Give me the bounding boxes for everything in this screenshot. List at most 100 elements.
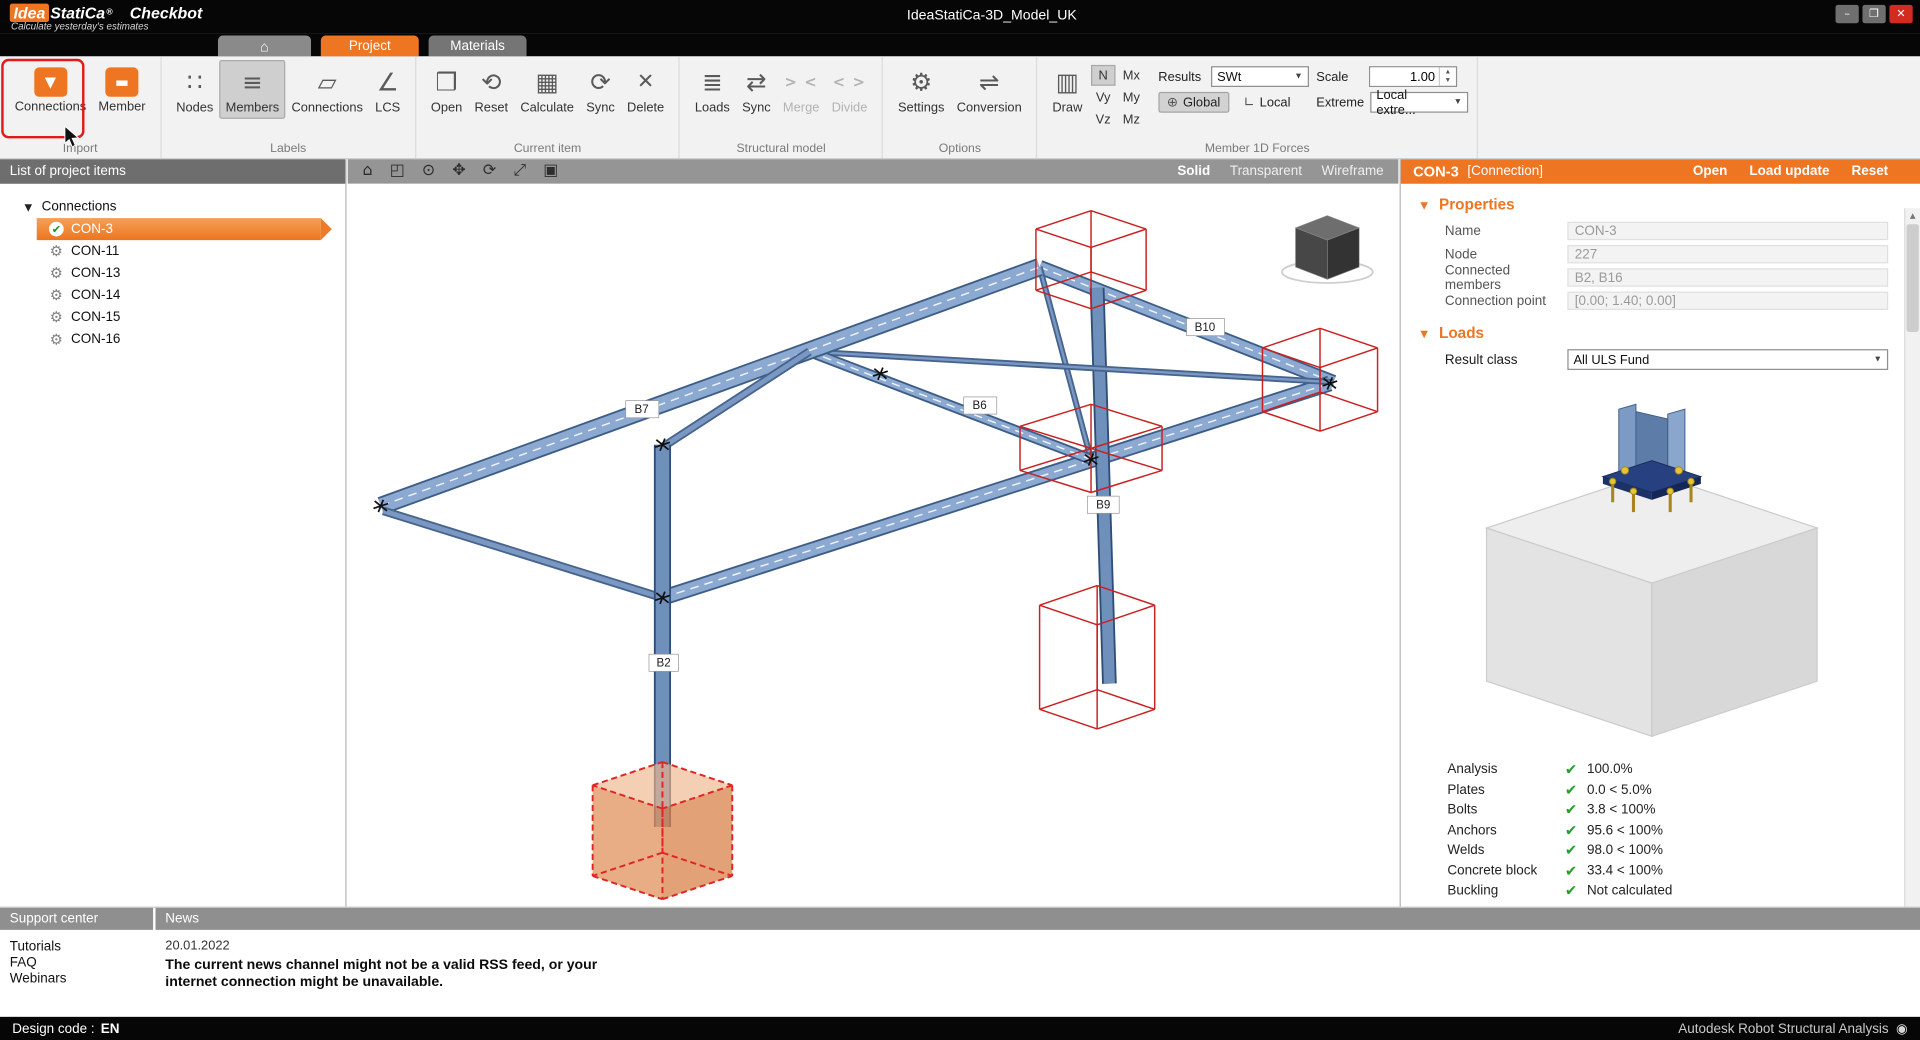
- divide-button[interactable]: < > Divide: [826, 60, 874, 119]
- check-label: Welds: [1447, 843, 1555, 858]
- group-label-structural-model: Structural model: [680, 142, 882, 155]
- scrollbar-thumb[interactable]: [1907, 224, 1919, 332]
- property-row: Connection point [0.00; 1.40; 0.00]: [1445, 289, 1920, 312]
- labels-lcs-button[interactable]: ∠ LCS: [369, 60, 406, 119]
- rotate-icon[interactable]: ⟳: [483, 159, 496, 184]
- tab-home[interactable]: ⌂: [218, 36, 311, 57]
- zoom-extents-icon[interactable]: ⤢: [513, 159, 526, 184]
- navigation-cube[interactable]: [1282, 216, 1373, 283]
- force-toggle-mz[interactable]: Mz: [1117, 109, 1146, 130]
- support-links: Tutorials FAQ Webinars: [10, 940, 67, 988]
- support-link-webinars[interactable]: Webinars: [10, 972, 67, 988]
- beam-label: B9: [1087, 496, 1119, 513]
- model-sync-icon: ⇄: [746, 64, 767, 101]
- panel-reset-button[interactable]: Reset: [1851, 164, 1888, 179]
- tree-item[interactable]: ⚙ CON-13: [37, 262, 321, 284]
- check-value: Not calculated: [1587, 884, 1672, 899]
- pan-icon[interactable]: ✥: [452, 159, 465, 184]
- merge-button[interactable]: > < Merge: [777, 60, 826, 119]
- zoom-icon[interactable]: ⊙: [422, 159, 435, 184]
- loads-button[interactable]: ≣ Loads: [689, 60, 736, 119]
- draw-forces-icon: ▥: [1056, 64, 1079, 101]
- properties-section-header[interactable]: ▼ Properties: [1420, 196, 1920, 213]
- scale-input[interactable]: [1370, 67, 1439, 85]
- ribbon: ▼ Connections ▬ Member Import ∷ Nodes ≡: [0, 56, 1920, 159]
- panel-load-update-button[interactable]: Load update: [1749, 164, 1829, 179]
- result-class-dropdown[interactable]: All ULS Fund ▼: [1567, 349, 1888, 370]
- sync-button[interactable]: ⟳ Sync: [580, 60, 621, 119]
- view-mode-solid[interactable]: Solid: [1177, 164, 1210, 179]
- zoom-window-icon[interactable]: ◰: [390, 159, 405, 184]
- project-tree: ▼ Connections ✔ CON-3 ⚙ CON-11 ⚙ CON-13 …: [0, 184, 345, 351]
- results-label: Results: [1158, 69, 1205, 84]
- check-label: Buckling: [1447, 884, 1555, 899]
- tree-item[interactable]: ✔ CON-3: [37, 218, 321, 240]
- extreme-dropdown[interactable]: Local extre... ▼: [1370, 92, 1468, 113]
- draw-forces-button[interactable]: ▥ Draw: [1046, 60, 1088, 119]
- tree-item[interactable]: ⚙ CON-16: [37, 328, 321, 350]
- tree-root[interactable]: ▼ Connections: [0, 196, 345, 218]
- force-toggle-vz[interactable]: Vz: [1091, 109, 1115, 130]
- support-link-tutorials[interactable]: Tutorials: [10, 940, 67, 956]
- logo-statica: StatiCa: [50, 4, 105, 22]
- open-button[interactable]: ❒ Open: [425, 60, 469, 119]
- labels-members-button[interactable]: ≡ Members: [219, 60, 285, 119]
- group-label-current-item: Current item: [416, 142, 679, 155]
- force-toggle-my[interactable]: My: [1117, 87, 1146, 108]
- conversion-button[interactable]: ⇌ Conversion: [951, 60, 1028, 119]
- labels-connections-button[interactable]: ▱ Connections: [285, 60, 369, 119]
- btn-label: Reset: [475, 100, 509, 115]
- sync-arrow-icon: ⟳: [590, 64, 611, 101]
- panel-open-button[interactable]: Open: [1693, 164, 1727, 179]
- tree-item[interactable]: ⚙ CON-15: [37, 306, 321, 328]
- labels-nodes-button[interactable]: ∷ Nodes: [170, 60, 219, 119]
- scene-canvas[interactable]: B7 B6 B10 B9 B2: [348, 184, 1399, 907]
- tab-materials[interactable]: Materials: [429, 36, 527, 57]
- settings-button[interactable]: ⚙ Settings: [892, 60, 951, 119]
- view-home-icon[interactable]: ⌂: [362, 159, 372, 184]
- force-component-grid: N Vy Vz Mx My Mz: [1091, 65, 1146, 130]
- check-value: 33.4 < 100%: [1587, 863, 1663, 878]
- force-toggle-vy[interactable]: Vy: [1091, 87, 1115, 108]
- result-class-label: Result class: [1445, 352, 1567, 367]
- results-dropdown[interactable]: SWt ▼: [1211, 66, 1309, 87]
- connection-preview[interactable]: [1450, 399, 1854, 754]
- force-toggle-n[interactable]: N: [1091, 65, 1115, 86]
- view-mode-transparent[interactable]: Transparent: [1230, 164, 1302, 179]
- reset-button[interactable]: ⟲ Reset: [468, 60, 514, 119]
- local-toggle[interactable]: ∟ Local: [1235, 92, 1299, 113]
- results-value: SWt: [1217, 69, 1241, 84]
- tree-expand-icon[interactable]: ▼: [24, 202, 41, 213]
- tagline: Calculate yesterday's estimates: [11, 21, 148, 32]
- maximize-button[interactable]: ❐: [1862, 5, 1885, 23]
- check-label: Bolts: [1447, 803, 1555, 818]
- reset-icon: ⟲: [481, 64, 502, 101]
- render-style-icon[interactable]: ▣: [543, 159, 558, 184]
- loads-section-header[interactable]: ▼ Loads: [1420, 325, 1920, 342]
- model-sync-button[interactable]: ⇄ Sync: [736, 60, 777, 119]
- tab-project[interactable]: Project: [321, 36, 419, 57]
- force-toggle-mx[interactable]: Mx: [1117, 65, 1146, 86]
- view-mode-wireframe[interactable]: Wireframe: [1322, 164, 1384, 179]
- tree-item-label: CON-16: [71, 332, 120, 347]
- scale-spinner[interactable]: ▲ ▼: [1439, 67, 1456, 85]
- panel-scrollbar[interactable]: ▲ ▼: [1904, 208, 1920, 906]
- btn-label: Loads: [695, 100, 730, 115]
- scroll-up-icon[interactable]: ▲: [1905, 208, 1920, 223]
- nodes-icon: ∷: [187, 64, 203, 101]
- btn-label: Divide: [832, 100, 868, 115]
- mouse-cursor: [64, 125, 81, 150]
- support-link-faq[interactable]: FAQ: [10, 956, 67, 972]
- global-toggle[interactable]: ⊕ Global: [1158, 92, 1229, 113]
- import-member-button[interactable]: ▬ Member: [92, 60, 151, 118]
- minimize-button[interactable]: –: [1836, 5, 1859, 23]
- design-code-label: Design code :: [12, 1021, 94, 1036]
- close-button[interactable]: ✕: [1889, 5, 1912, 23]
- connections-label-icon: ▱: [318, 64, 337, 101]
- calculate-button[interactable]: ▦ Calculate: [514, 60, 580, 119]
- tree-item[interactable]: ⚙ CON-11: [37, 240, 321, 262]
- news-message: The current news channel might not be a …: [165, 958, 645, 991]
- app-name: Checkbot: [130, 4, 203, 22]
- tree-item[interactable]: ⚙ CON-14: [37, 284, 321, 306]
- delete-button[interactable]: ✕ Delete: [621, 60, 670, 119]
